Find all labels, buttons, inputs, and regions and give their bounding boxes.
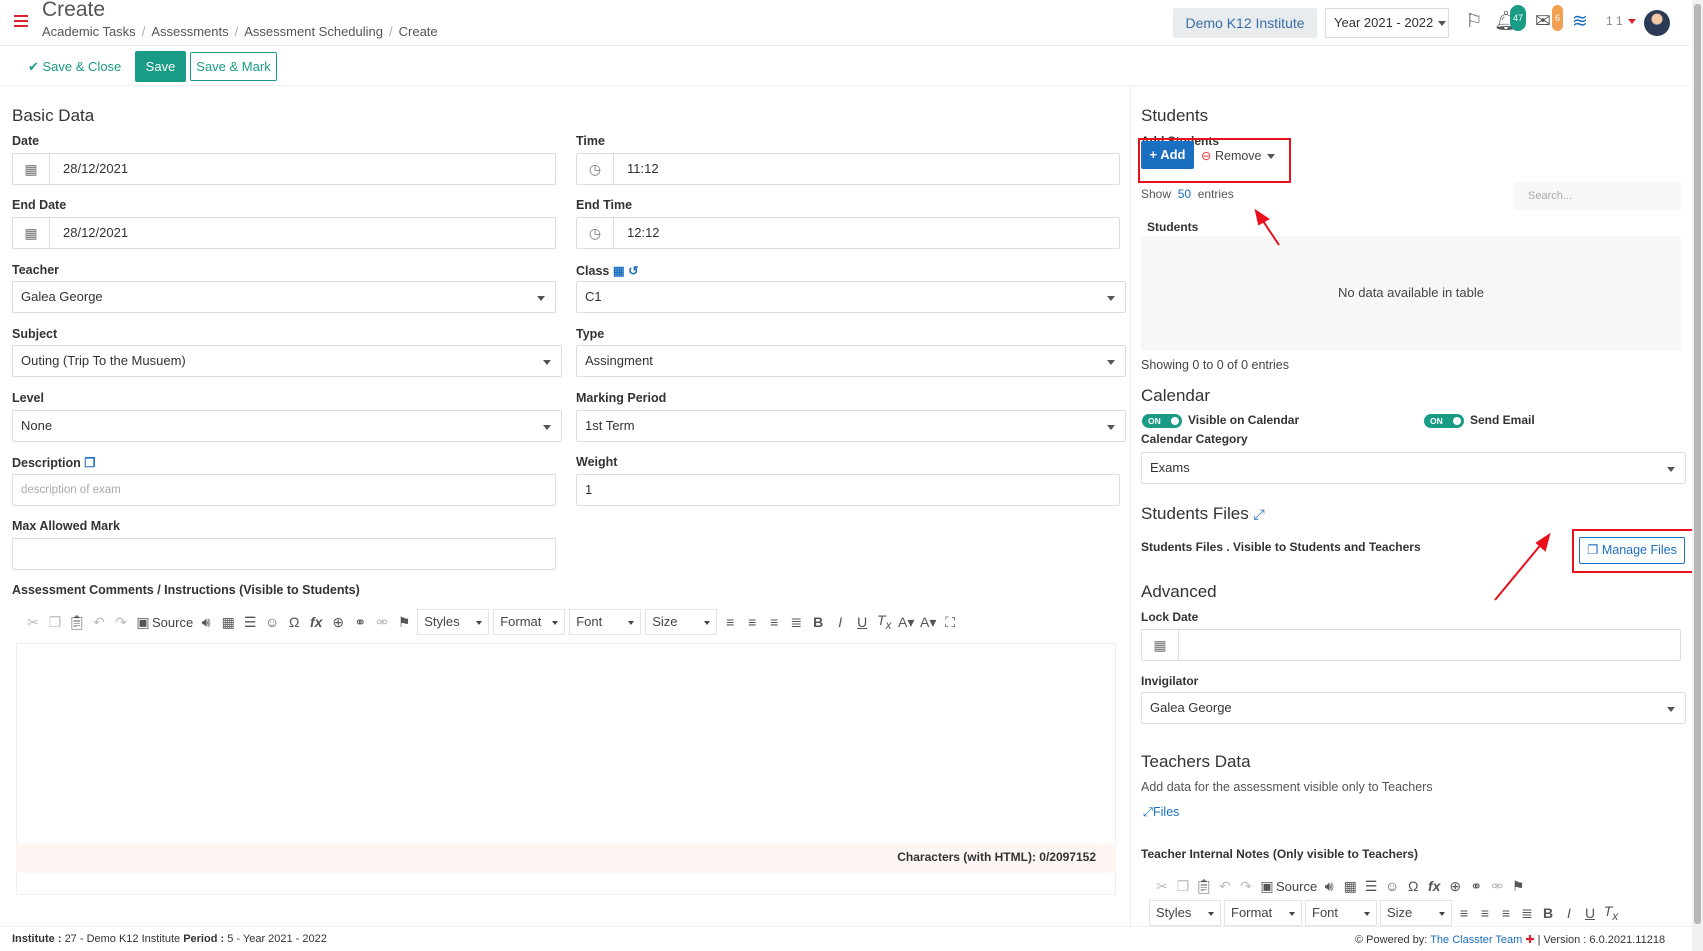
- classter-logo-icon: ✚: [1525, 934, 1535, 946]
- footer-powered: © Powered by: The Classter Team ✚ | Vers…: [1355, 933, 1665, 946]
- annotation-arrowhead-add: [1254, 208, 1270, 226]
- copyright-icon: ©: [1355, 934, 1364, 946]
- page-scrollbar[interactable]: [1692, 0, 1703, 951]
- footer-powered-label: Powered by:: [1366, 934, 1428, 946]
- footer-version: | Version : 6.0.2021.11218: [1537, 934, 1666, 946]
- annotation-arrows: [1254, 208, 1551, 601]
- scrollbar-thumb[interactable]: [1694, 4, 1701, 924]
- footer-team-link[interactable]: The Classter Team: [1430, 934, 1522, 946]
- annotation-arrow-manage-files: [1494, 541, 1544, 601]
- footer-institute-value: 27 - Demo K12 Institute: [64, 933, 181, 945]
- footer-institute-key: Institute :: [12, 933, 62, 945]
- footer: Institute : 27 - Demo K12 Institute Peri…: [0, 926, 1703, 951]
- footer-institute-info: Institute : 27 - Demo K12 Institute Peri…: [12, 933, 327, 945]
- footer-period-value: 5 - Year 2021 - 2022: [227, 933, 327, 945]
- footer-period-key: Period :: [183, 933, 225, 945]
